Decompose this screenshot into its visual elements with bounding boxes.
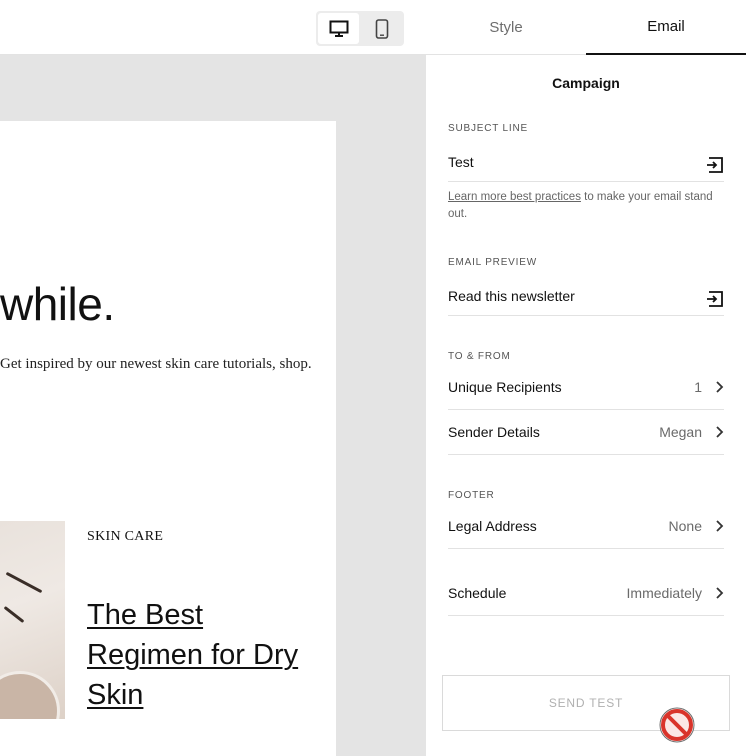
tab-email[interactable]: Email [586, 0, 746, 55]
legal-address-label: Legal Address [448, 518, 537, 534]
subject-line-value: Test [448, 154, 474, 170]
mobile-icon [375, 18, 388, 39]
intro-text: Get inspired by our newest skin care tut… [0, 356, 312, 372]
subject-helper-text: Learn more best practices to make your e… [448, 189, 728, 223]
email-preview-canvas: while. Get inspired by our newest skin c… [0, 55, 426, 756]
sender-details-value: Megan [659, 424, 702, 440]
insert-variable-icon[interactable] [706, 290, 724, 308]
unique-recipients-label: Unique Recipients [448, 379, 562, 395]
footer-label: FOOTER [448, 490, 495, 501]
headline: while. [0, 278, 115, 330]
unique-recipients-value: 1 [694, 379, 702, 395]
schedule-value: Immediately [626, 585, 702, 601]
article-title-link[interactable]: The Best Regimen for Dry Skin [87, 595, 307, 715]
legal-address-row[interactable]: Legal Address None [448, 504, 724, 549]
top-bar: Style Email [0, 0, 746, 55]
insert-variable-icon[interactable] [706, 156, 724, 174]
device-toggle [316, 11, 404, 46]
unique-recipients-row[interactable]: Unique Recipients 1 [448, 365, 724, 410]
tab-style[interactable]: Style [426, 0, 586, 55]
to-from-label: TO & FROM [448, 351, 511, 362]
subject-line-label: SUBJECT LINE [448, 123, 528, 134]
campaign-settings-panel: Campaign SUBJECT LINE Test Learn more be… [426, 55, 746, 756]
schedule-label: Schedule [448, 585, 507, 601]
legal-address-value: None [668, 518, 702, 534]
article-photo [0, 521, 65, 719]
chevron-right-icon [716, 426, 724, 438]
chevron-right-icon [716, 381, 724, 393]
panel-title: Campaign [552, 75, 620, 91]
email-preview-label: EMAIL PREVIEW [448, 257, 537, 268]
not-allowed-icon [659, 707, 695, 743]
sender-details-row[interactable]: Sender Details Megan [448, 410, 724, 455]
desktop-view-button[interactable] [318, 13, 359, 44]
desktop-icon [329, 20, 348, 37]
best-practices-link[interactable]: Learn more best practices [448, 191, 581, 203]
chevron-right-icon [716, 520, 724, 532]
article-category: SKIN CARE [87, 529, 164, 544]
chevron-right-icon [716, 587, 724, 599]
subject-line-field[interactable]: Test [448, 143, 724, 182]
email-preview-value: Read this newsletter [448, 288, 575, 304]
email-preview-page: while. Get inspired by our newest skin c… [0, 121, 336, 756]
email-preview-field[interactable]: Read this newsletter [448, 277, 724, 316]
mobile-view-button[interactable] [361, 13, 402, 44]
schedule-row[interactable]: Schedule Immediately [448, 571, 724, 616]
sender-details-label: Sender Details [448, 424, 540, 440]
